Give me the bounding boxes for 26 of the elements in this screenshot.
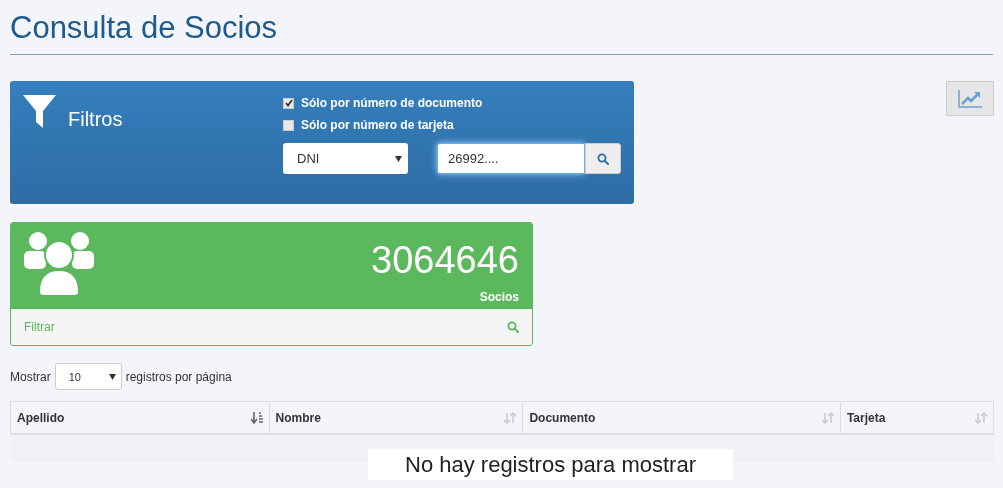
line-chart-icon (958, 89, 982, 108)
users-icon (24, 232, 94, 296)
panel-title: Filtros (68, 108, 123, 131)
sort-icon (504, 411, 517, 424)
filter-icon (23, 95, 56, 128)
caret-icon (108, 373, 116, 380)
checkbox[interactable] (283, 97, 294, 109)
checkbox-label: Sólo por número de documento (301, 96, 483, 110)
search-button[interactable] (585, 143, 621, 174)
search-icon (597, 152, 609, 165)
checkbox[interactable] (283, 119, 294, 131)
show-label: Mostrar (10, 369, 51, 384)
sort-icon (975, 411, 987, 424)
search-icon (507, 321, 519, 333)
sort-icon (821, 411, 834, 424)
page-title: Consulta de Socios (10, 10, 993, 55)
page-size-select[interactable]: 10 (54, 363, 122, 390)
member-count: 3064646 (371, 241, 519, 279)
checkbox-label: Sólo por número de tarjeta (301, 118, 454, 132)
empty-message: No hay registros para mostrar (368, 449, 733, 480)
search-field[interactable]: 26992.... (437, 143, 585, 174)
sort-ascending-icon (250, 411, 263, 424)
count-label: Socios (478, 290, 519, 304)
caret-icon (395, 155, 402, 162)
page-size-label: registros por página (125, 369, 232, 384)
document-type-select[interactable]: DNI (283, 143, 408, 174)
